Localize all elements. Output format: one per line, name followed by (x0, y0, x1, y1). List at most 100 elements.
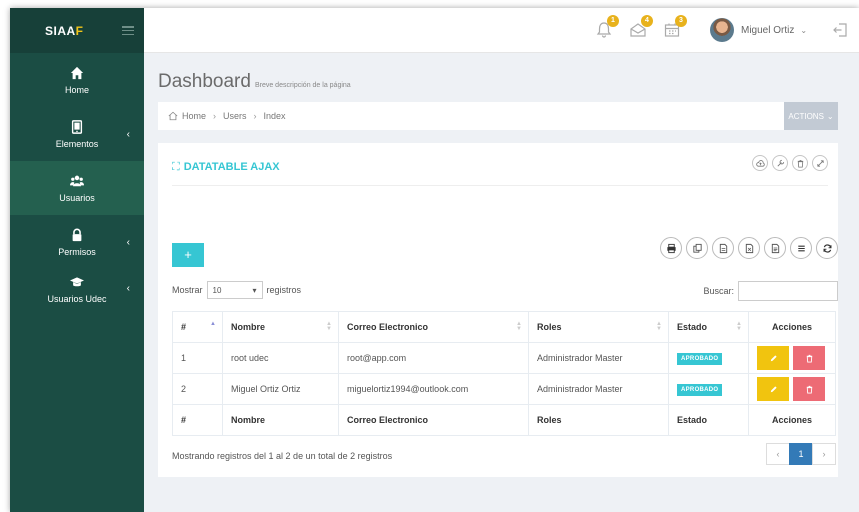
sidebar-item-permisos[interactable]: Permisos ‹ (10, 215, 144, 269)
breadcrumb-separator: › (253, 111, 257, 121)
breadcrumb-index: Index (263, 111, 286, 121)
cell-acciones (748, 342, 836, 374)
pencil-icon (770, 354, 777, 361)
column-header-roles[interactable]: Roles ▲ ▼ (528, 311, 669, 343)
file-excel-icon (745, 243, 753, 253)
users-icon (70, 175, 84, 186)
brand-logo[interactable]: SIAAF (45, 24, 84, 38)
caret-down-icon: ▾ (252, 285, 257, 295)
column-header-nombre[interactable]: Nombre ▲ ▼ (222, 311, 339, 343)
sort-icon: ▲ ▼ (656, 321, 662, 332)
status-badge: APROBADO (677, 352, 723, 365)
top-bar: 1 4 3 Miguel Ortiz ⌄ (144, 8, 859, 53)
reload-button[interactable] (816, 237, 838, 259)
delete-portlet-button[interactable] (792, 155, 808, 171)
plus-icon: + (184, 247, 192, 262)
sort-asc-icon: ▲ (210, 321, 216, 327)
excel-button[interactable] (738, 237, 760, 259)
add-button[interactable]: + (172, 243, 204, 267)
upload-cloud-button[interactable] (752, 155, 768, 171)
portlet-tools (752, 155, 828, 171)
cloud-upload-icon (755, 159, 765, 167)
print-button[interactable] (660, 237, 682, 259)
chevron-down-icon: ⌄ (826, 111, 834, 121)
pagination-prev[interactable]: ‹ (766, 443, 790, 465)
table-row: 1 root udec root@app.com Administrador M… (172, 342, 836, 374)
chevron-left-icon: ‹ (126, 129, 130, 140)
fullscreen-button[interactable] (812, 155, 828, 171)
wrench-icon (776, 159, 784, 167)
table-row: 2 Miguel Ortiz Ortiz miguelortiz1994@out… (172, 373, 836, 405)
print-icon (666, 243, 676, 253)
column-footer-nombre: Nombre (222, 404, 339, 436)
breadcrumb-users[interactable]: Users (223, 111, 247, 121)
file-pdf-icon (719, 243, 727, 253)
pagination: ‹ 1 › (766, 443, 836, 465)
cell-correo: root@app.com (338, 342, 529, 374)
pagination-next[interactable]: › (812, 443, 836, 465)
cell-estado: APROBADO (668, 342, 749, 374)
csv-button[interactable] (764, 237, 786, 259)
home-icon (70, 66, 84, 79)
pdf-button[interactable] (712, 237, 734, 259)
logout-icon[interactable] (832, 22, 848, 38)
notifications-button[interactable]: 1 (595, 15, 619, 39)
sidebar-item-home[interactable]: Home (10, 53, 144, 107)
notification-count-badge: 1 (607, 15, 619, 27)
sidebar-item-label: Usuarios (59, 192, 95, 203)
pagination-page[interactable]: 1 (789, 443, 813, 465)
sidebar-item-label: Home (64, 84, 89, 95)
breadcrumb-home[interactable]: Home (182, 111, 206, 121)
trash-icon (806, 354, 812, 363)
sort-icon: ▲ ▼ (326, 321, 332, 332)
edit-button[interactable] (757, 346, 789, 370)
app-window: SIAAF Home Elementos ‹ Usuarios Permisos… (10, 8, 859, 512)
column-header-id[interactable]: # ▲ (172, 311, 223, 343)
delete-button[interactable] (793, 346, 825, 370)
column-header-estado[interactable]: Estado ▲ ▼ (668, 311, 749, 343)
column-footer-correo: Correo Electronico (338, 404, 529, 436)
settings-button[interactable] (772, 155, 788, 171)
sidebar-item-usuarios[interactable]: Usuarios (10, 161, 144, 215)
edit-button[interactable] (757, 377, 789, 401)
sidebar-item-elementos[interactable]: Elementos ‹ (10, 107, 144, 161)
cell-acciones (748, 373, 836, 405)
home-outline-icon (168, 111, 178, 121)
file-text-icon (771, 243, 779, 253)
columns-button[interactable] (790, 237, 812, 259)
refresh-icon (823, 243, 831, 253)
cell-roles: Administrador Master (528, 373, 669, 405)
column-footer-estado: Estado (668, 404, 749, 436)
sort-icon: ▲ ▼ (736, 321, 742, 332)
table-info: Mostrando registros del 1 al 2 de un tot… (172, 451, 393, 461)
calendar-count-badge: 3 (675, 15, 687, 27)
sidebar-item-label: Usuarios Udec (47, 294, 107, 304)
column-footer-acciones: Acciones (748, 404, 836, 436)
export-buttons (660, 237, 838, 259)
delete-button[interactable] (793, 377, 825, 401)
fullscreen-icon (816, 159, 824, 167)
calendar-button[interactable]: 3 (663, 15, 687, 39)
messages-button[interactable]: 4 (629, 15, 653, 39)
users-table: # ▲ Nombre ▲ ▼ Correo Electronico ▲ ▼ Roles ▲ ▼… (172, 311, 836, 436)
search-input[interactable] (738, 281, 838, 301)
copy-button[interactable] (686, 237, 708, 259)
sort-icon: ▲ ▼ (516, 321, 522, 332)
sidebar-item-label: Elementos (55, 138, 99, 149)
breadcrumb-separator: › (213, 111, 217, 121)
column-header-correo[interactable]: Correo Electronico ▲ ▼ (338, 311, 529, 343)
expand-icon: ⛶ (172, 161, 180, 173)
search-control: Buscar: (703, 281, 838, 301)
menu-toggle-icon[interactable] (122, 26, 134, 35)
cell-estado: APROBADO (668, 373, 749, 405)
cell-nombre: Miguel Ortiz Ortiz (222, 373, 339, 405)
actions-button[interactable]: ACTIONS ⌄ (784, 102, 838, 130)
cell-id: 2 (172, 373, 223, 405)
column-footer-id: # (172, 404, 223, 436)
page-length-select[interactable]: 10 ▾ (206, 281, 263, 299)
cell-correo: miguelortiz1994@outlook.com (338, 373, 529, 405)
divider (172, 185, 828, 186)
sidebar-item-usuarios-udec[interactable]: Usuarios Udec ‹ (10, 269, 144, 323)
user-menu[interactable]: Miguel Ortiz ⌄ (710, 18, 807, 42)
datatable-portlet: ⛶ DATATABLE AJAX + Mostrar 10 ▾ registros … (158, 143, 838, 477)
